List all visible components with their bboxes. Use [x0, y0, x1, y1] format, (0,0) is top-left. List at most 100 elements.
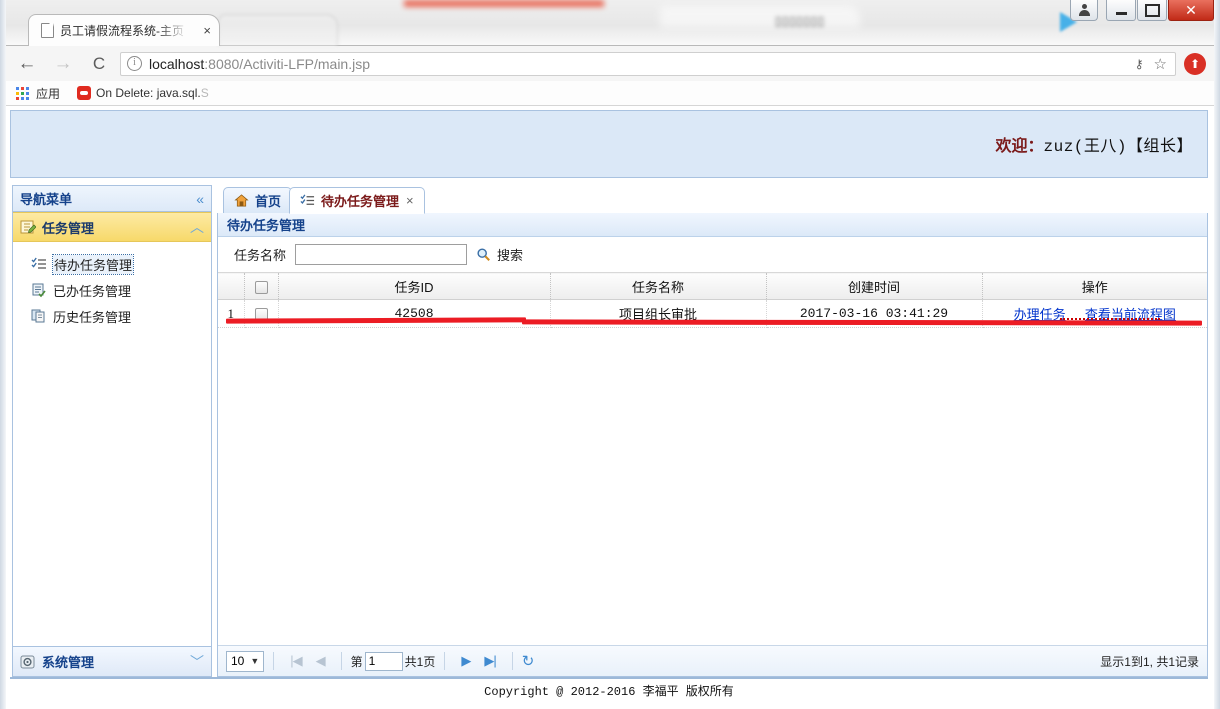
- task-table-head: 任务ID 任务名称 创建时间 操作: [218, 272, 1207, 300]
- search-input[interactable]: [295, 244, 468, 265]
- chevron-up-icon[interactable]: ︿: [190, 220, 204, 234]
- collapse-sidebar-icon[interactable]: «: [196, 192, 204, 206]
- search-button-label: 搜索: [497, 248, 524, 263]
- row-task-id: 42508: [278, 299, 551, 328]
- page-number-input[interactable]: [364, 651, 403, 671]
- browser-window: ✕ 员工请假流程系统-主页 × ← → C i localhost:8080/A…: [0, 0, 1220, 709]
- sidebar-item-label: 待办任务管理: [51, 253, 135, 275]
- content-tabbar: 首页 待办任务管理 ×: [217, 185, 1208, 214]
- prev-page-button[interactable]: ◀: [309, 653, 332, 669]
- edit-note-icon: [20, 219, 37, 235]
- page-total-label: 共1页: [404, 654, 436, 669]
- last-page-button[interactable]: ▶|: [477, 653, 502, 669]
- col-index: [218, 272, 245, 300]
- pagination-info: 显示1到1, 共1记录: [1100, 654, 1199, 669]
- sidebar-items: 待办任务管理 已办任务管理 历史任务管理: [13, 242, 211, 329]
- window-right-edge: [1214, 0, 1220, 709]
- address-bar-actions: ⚷ ☆: [1135, 55, 1169, 73]
- page-prefix-label: 第: [350, 654, 363, 669]
- welcome-label: 欢迎：: [995, 138, 1044, 155]
- browser-tab-active[interactable]: 员工请假流程系统-主页 ×: [28, 14, 220, 46]
- search-toolbar: 任务名称 搜索: [218, 237, 1207, 272]
- checklist-icon: [31, 256, 47, 272]
- sidebar-item-done-tasks[interactable]: 已办任务管理: [13, 277, 211, 303]
- key-icon[interactable]: ⚷: [1135, 57, 1144, 71]
- bookmark-favicon-icon: [77, 86, 92, 100]
- reload-button[interactable]: C: [84, 49, 114, 79]
- sidebar-footer-label: 系统管理: [42, 655, 95, 670]
- sidebar-title: 导航菜单: [20, 192, 73, 207]
- page-favicon-icon: [41, 23, 54, 38]
- history-clipboard-icon: [31, 308, 47, 324]
- forward-arrow-icon: →: [53, 52, 73, 74]
- back-arrow-icon: ←: [17, 52, 37, 74]
- back-button[interactable]: ←: [12, 49, 42, 79]
- bookmark-star-icon[interactable]: ☆: [1154, 55, 1167, 73]
- panel-header: 待办任务管理: [218, 213, 1207, 237]
- browser-tab-close-icon[interactable]: ×: [203, 24, 211, 37]
- page-footer: Copyright @ 2012-2016 李福平 版权所有: [10, 677, 1208, 701]
- sidebar-group-task-management[interactable]: 任务管理 ︿: [13, 212, 211, 242]
- browser-tab-ghost[interactable]: [218, 14, 338, 46]
- sidebar-item-history-tasks[interactable]: 历史任务管理: [13, 303, 211, 329]
- address-bar[interactable]: i localhost:8080/Activiti-LFP/main.jsp ⚷…: [120, 51, 1176, 76]
- page-content: 欢迎： zuz(王八)【组长】 导航菜单 « 任务管理 ︿ 待办任务管理 已办任…: [6, 106, 1214, 703]
- update-browser-button[interactable]: ⬆: [1184, 52, 1206, 75]
- bookmark-item-label: On Delete: java.sql.S: [96, 86, 209, 100]
- forward-button[interactable]: →: [48, 49, 78, 79]
- col-task-name[interactable]: 任务名称: [550, 272, 767, 300]
- sidebar-group-system-management[interactable]: 系统管理 ﹀: [13, 646, 211, 676]
- apps-grid-icon[interactable]: [16, 86, 29, 100]
- bookmark-apps-label[interactable]: 应用: [36, 85, 60, 102]
- tab-home[interactable]: 首页: [223, 187, 293, 214]
- checklist-icon: [300, 193, 316, 209]
- panel-title: 待办任务管理: [227, 218, 306, 233]
- refresh-icon[interactable]: ↻: [522, 652, 535, 670]
- home-icon: [234, 193, 250, 209]
- search-icon: [476, 247, 492, 263]
- gear-icon: [20, 654, 36, 670]
- browser-tabstrip: 员工请假流程系统-主页 ×: [6, 14, 1214, 46]
- task-panel: 待办任务管理 任务名称 搜索 任务ID 任务名称 创建时间 操作 1 42508…: [217, 213, 1208, 677]
- chevron-down-icon: ▼: [250, 656, 260, 666]
- bookmark-item-text-faded: S: [200, 86, 209, 100]
- sidebar-item-label: 已办任务管理: [53, 283, 132, 299]
- bookmark-item[interactable]: On Delete: java.sql.S: [77, 86, 209, 100]
- tab-pending-tasks[interactable]: 待办任务管理 ×: [289, 187, 425, 214]
- chevron-down-icon[interactable]: ﹀: [190, 655, 204, 669]
- site-info-icon[interactable]: i: [127, 56, 142, 71]
- address-bar-host: localhost: [149, 55, 205, 72]
- main-content: 首页 待办任务管理 × 待办任务管理 任务名称 搜索 任务ID 任务名称 创建时…: [217, 185, 1208, 677]
- address-bar-url: localhost:8080/Activiti-LFP/main.jsp: [149, 56, 370, 72]
- table-header-row: 任务ID 任务名称 创建时间 操作: [218, 272, 1207, 300]
- copyright-text: Copyright @ 2012-2016 李福平 版权所有: [484, 684, 734, 699]
- col-task-id[interactable]: 任务ID: [278, 272, 551, 300]
- tab-home-label: 首页: [255, 194, 282, 209]
- sidebar-item-label: 历史任务管理: [53, 309, 132, 325]
- search-button[interactable]: 搜索: [476, 245, 523, 264]
- address-bar-path: :8080/Activiti-LFP/main.jsp: [204, 55, 370, 72]
- page-size-value: 10: [231, 654, 245, 668]
- col-create-time[interactable]: 创建时间: [766, 272, 983, 300]
- sidebar-header: 导航菜单 «: [13, 186, 211, 212]
- pager-divider: [273, 652, 275, 670]
- bookmarks-bar: 应用 On Delete: java.sql.S: [6, 81, 1214, 106]
- col-select-all[interactable]: [244, 272, 279, 300]
- browser-toolbar: ← → C i localhost:8080/Activiti-LFP/main…: [6, 46, 1214, 82]
- page-size-select[interactable]: 10 ▼: [226, 650, 265, 672]
- annotation-dotted-underline-link: [1060, 318, 1160, 320]
- col-actions[interactable]: 操作: [982, 272, 1207, 300]
- next-page-button[interactable]: ▶: [454, 653, 477, 669]
- search-label: 任务名称: [234, 248, 287, 263]
- sidebar-item-pending-tasks[interactable]: 待办任务管理: [13, 251, 211, 277]
- pager-divider: [511, 652, 513, 670]
- pager-divider: [340, 652, 342, 670]
- bookmark-item-text: On Delete: java.sql.: [96, 86, 201, 100]
- pagination-bar: 10 ▼ |◀ ◀ 第 共1页 ▶ ▶| ↻: [218, 645, 1207, 676]
- tab-pending-tasks-label: 待办任务管理: [321, 194, 400, 209]
- tab-close-icon[interactable]: ×: [406, 193, 414, 208]
- first-page-button[interactable]: |◀: [283, 653, 308, 669]
- browser-tab-title: 员工请假流程系统-主页: [60, 24, 184, 38]
- reload-icon: C: [92, 53, 106, 73]
- select-all-checkbox[interactable]: [254, 280, 268, 294]
